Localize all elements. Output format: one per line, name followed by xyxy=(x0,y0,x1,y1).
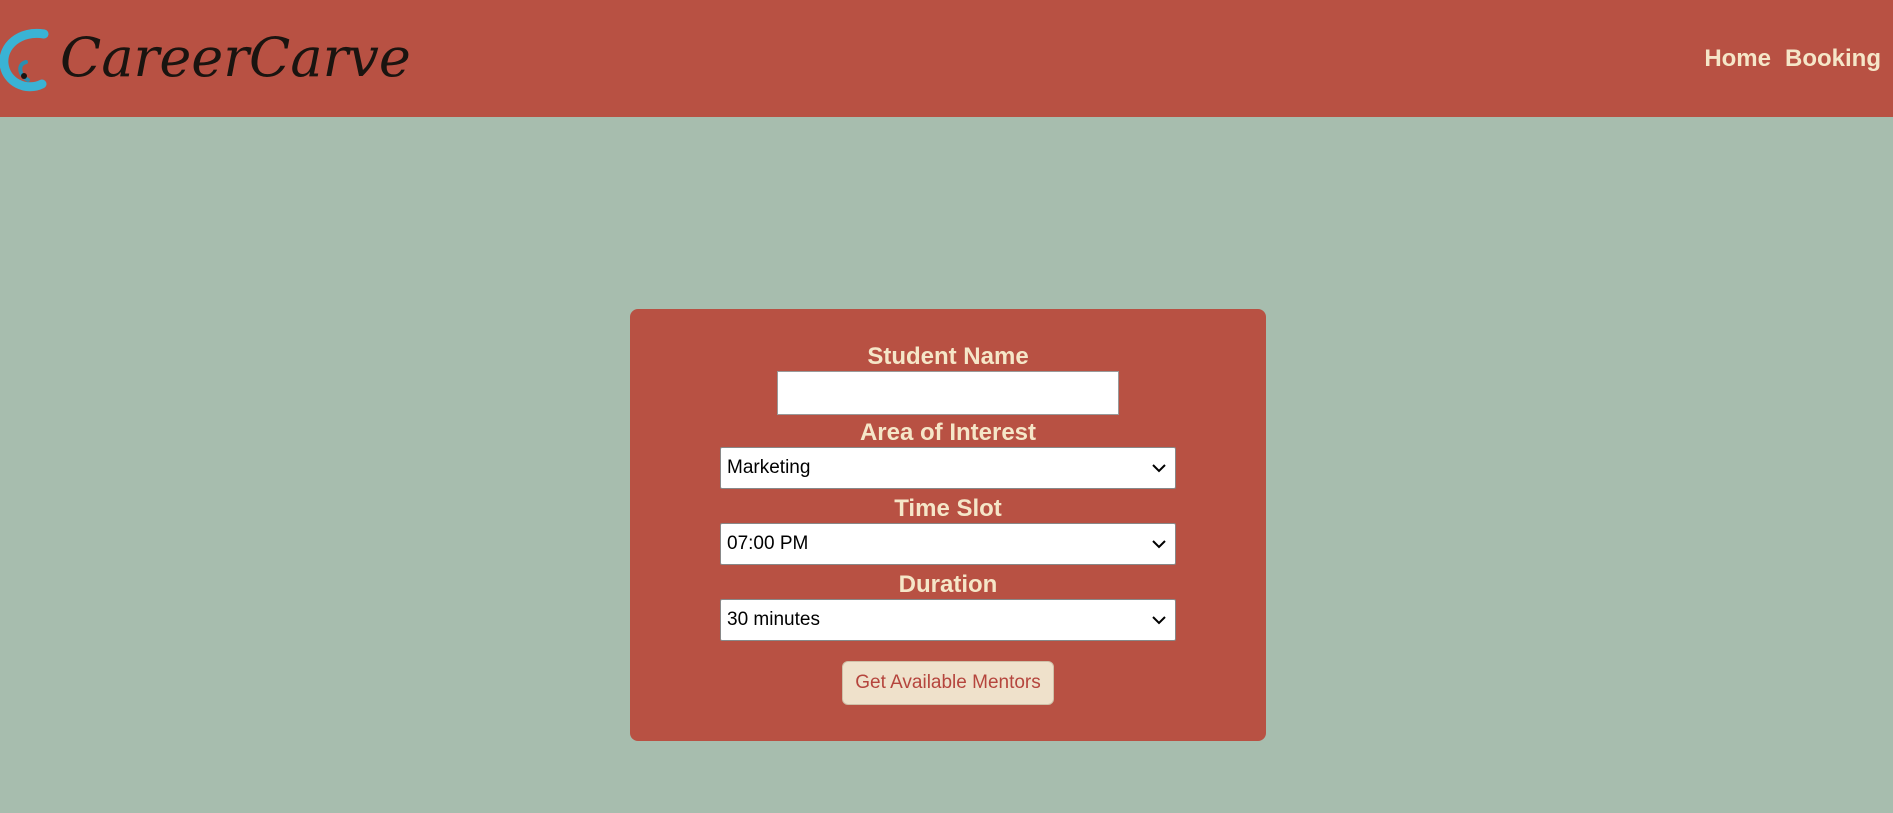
time-slot-select[interactable]: 07:00 PM xyxy=(720,523,1176,565)
area-of-interest-select[interactable]: Marketing xyxy=(720,447,1176,489)
chevron-down-icon xyxy=(1151,460,1167,476)
top-navbar: CareerCarve Home Booking xyxy=(0,0,1893,117)
booking-form-card: Student Name Area of Interest Marketing … xyxy=(630,309,1266,741)
duration-value: 30 minutes xyxy=(727,609,820,630)
brand-name: CareerCarve xyxy=(60,26,411,89)
area-of-interest-label: Area of Interest xyxy=(859,419,1037,446)
main-nav: Home Booking xyxy=(1704,0,1893,117)
time-slot-value: 07:00 PM xyxy=(727,533,809,554)
chevron-down-icon xyxy=(1151,536,1167,552)
brand-logo[interactable]: CareerCarve xyxy=(0,18,411,98)
area-of-interest-value: Marketing xyxy=(727,457,811,478)
student-name-input[interactable] xyxy=(777,371,1119,415)
duration-select[interactable]: 30 minutes xyxy=(720,599,1176,641)
chevron-down-icon xyxy=(1151,612,1167,628)
nav-home-link[interactable]: Home xyxy=(1704,45,1771,73)
duration-label: Duration xyxy=(898,571,998,598)
time-slot-label: Time Slot xyxy=(894,495,1002,522)
careercarve-swirl-logo-icon xyxy=(0,18,58,98)
student-name-label: Student Name xyxy=(867,343,1029,370)
get-available-mentors-button[interactable]: Get Available Mentors xyxy=(842,661,1054,705)
nav-booking-link[interactable]: Booking xyxy=(1785,45,1881,73)
